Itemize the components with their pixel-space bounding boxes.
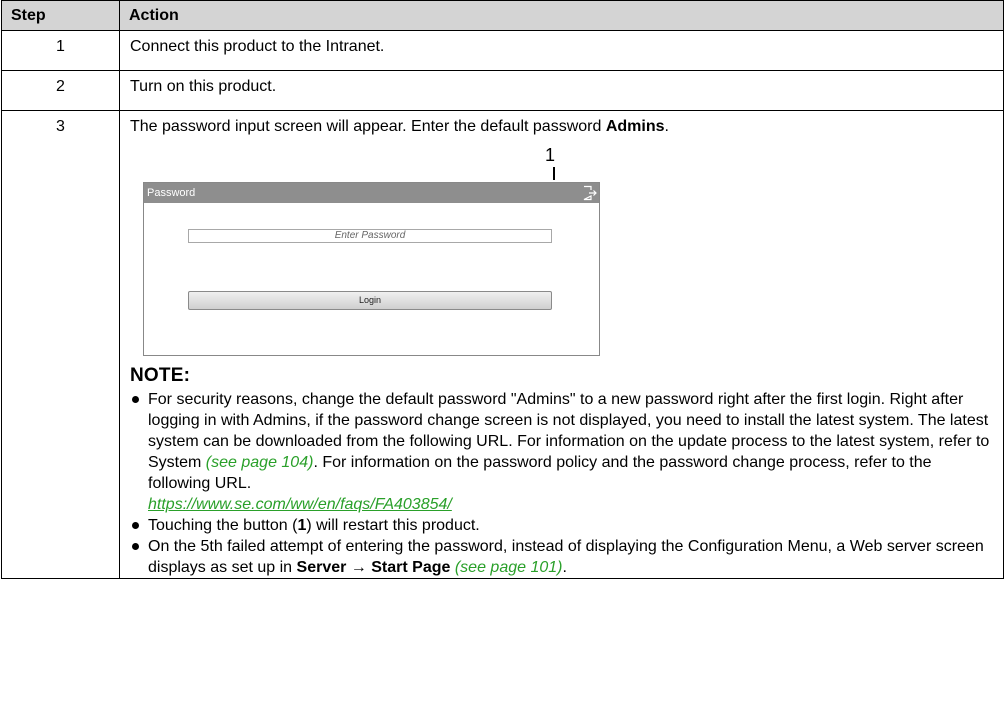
step-number: 2: [1, 70, 120, 111]
callout-label: 1: [545, 145, 556, 165]
note-title: NOTE:: [130, 365, 191, 386]
login-button[interactable]: Login: [188, 291, 552, 310]
password-window: Password Enter Password Login: [143, 182, 600, 356]
step-intro: The password input screen will appear. E…: [130, 118, 669, 135]
step-action: The password input screen will appear. E…: [119, 110, 1004, 579]
step-action: Connect this product to the Intranet.: [119, 30, 1004, 71]
header-step: Step: [1, 0, 120, 31]
password-input[interactable]: Enter Password: [188, 229, 552, 243]
faq-url-link[interactable]: https://www.se.com/ww/en/faqs/FA403854/: [148, 496, 452, 513]
window-title: Password: [147, 187, 196, 199]
table-header-row: Step Action: [1, 0, 1004, 31]
step-number: 3: [1, 110, 120, 579]
window-titlebar: Password: [144, 183, 599, 203]
table-row: 1 Connect this product to the Intranet.: [1, 30, 1004, 71]
default-password: Admins: [605, 118, 665, 135]
step-number: 1: [1, 30, 120, 71]
list-item: For security reasons, change the default…: [130, 389, 995, 515]
header-action: Action: [119, 0, 1004, 31]
see-page-104-link[interactable]: (see page 104): [206, 454, 314, 471]
steps-table: Step Action 1 Connect this product to th…: [1, 0, 1004, 579]
list-item: On the 5th failed attempt of entering th…: [130, 536, 995, 578]
password-screen-figure: 1 Password Enter Password Login: [130, 136, 995, 362]
exit-door-icon[interactable]: [581, 185, 597, 201]
see-page-101-link[interactable]: (see page 101): [455, 559, 563, 576]
note-list: For security reasons, change the default…: [130, 389, 995, 578]
table-row: 2 Turn on this product.: [1, 70, 1004, 111]
table-row: 3 The password input screen will appear.…: [1, 110, 1004, 579]
callout-line: [553, 167, 555, 180]
list-item: Touching the button (1) will restart thi…: [130, 515, 995, 536]
step-action: Turn on this product.: [119, 70, 1004, 111]
